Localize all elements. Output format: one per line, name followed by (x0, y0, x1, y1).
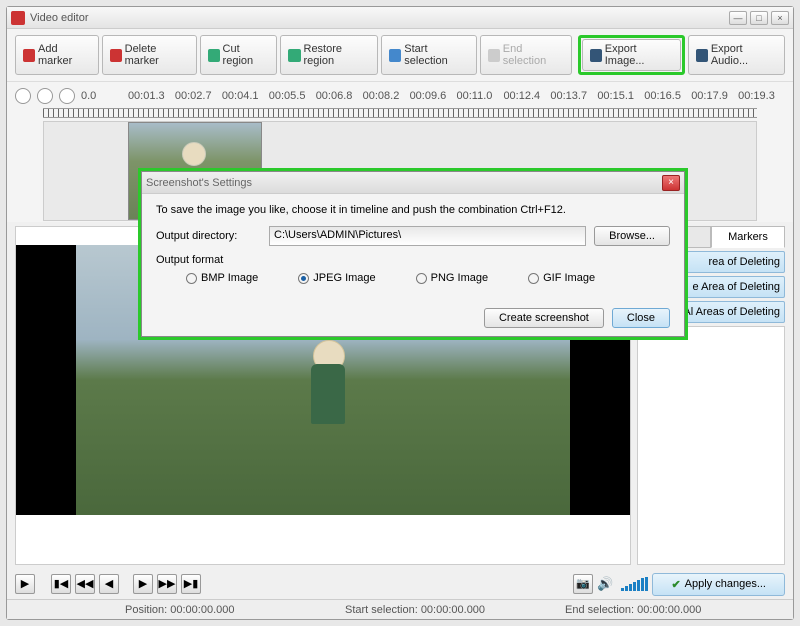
dialog-titlebar: Screenshot's Settings × (142, 172, 684, 194)
preview-subject (311, 340, 345, 430)
format-label: Output format (156, 254, 670, 266)
zoom-in-button[interactable] (15, 88, 31, 104)
apply-changes-button[interactable]: ✔Apply changes... (652, 573, 785, 596)
playback-controls: ▶ ▮◀ ◀◀ ◀ ▶ ▶▶ ▶▮ 📷 🔊 ✔Apply changes... (7, 569, 793, 599)
rewind-button[interactable]: ◀◀ (75, 574, 95, 594)
maximize-button[interactable]: □ (750, 11, 768, 25)
fmt-bmp-radio[interactable]: BMP Image (186, 272, 258, 284)
screenshot-settings-dialog: Screenshot's Settings × To save the imag… (141, 171, 685, 337)
dialog-title: Screenshot's Settings (146, 177, 662, 189)
zoom-out-button[interactable] (37, 88, 53, 104)
screenshot-dialog-highlight: Screenshot's Settings × To save the imag… (138, 168, 688, 340)
status-end: End selection: 00:00:00.000 (565, 604, 785, 616)
export-image-button[interactable]: Export Image... (582, 39, 681, 71)
tab-markers[interactable]: Markers (711, 226, 785, 248)
add-marker-button[interactable]: Add marker (15, 35, 99, 75)
status-start: Start selection: 00:00:00.000 (345, 604, 565, 616)
browse-button[interactable]: Browse... (594, 226, 670, 246)
minimize-button[interactable]: — (729, 11, 747, 25)
fmt-gif-radio[interactable]: GIF Image (528, 272, 595, 284)
outdir-input[interactable]: C:\Users\ADMIN\Pictures\ (269, 226, 586, 246)
delete-marker-button[interactable]: Delete marker (102, 35, 197, 75)
dialog-close-button[interactable]: × (662, 175, 680, 191)
volume-icon[interactable]: 🔊 (597, 576, 613, 592)
timeline-ticks (43, 108, 757, 118)
create-screenshot-button[interactable]: Create screenshot (484, 308, 604, 328)
delete-marker-icon (110, 49, 122, 62)
status-bar: Position: 00:00:00.000 Start selection: … (7, 599, 793, 619)
restore-region-button[interactable]: Restore region (280, 35, 378, 75)
close-dialog-button[interactable]: Close (612, 308, 670, 328)
status-position: Position: 00:00:00.000 (125, 604, 345, 616)
end-sel-icon (488, 49, 500, 62)
outdir-label: Output directory: (156, 230, 261, 242)
play-button[interactable]: ▶ (15, 574, 35, 594)
start-selection-button[interactable]: Start selection (381, 35, 477, 75)
snapshot-button[interactable]: 📷 (573, 574, 593, 594)
dialog-hint: To save the image you like, choose it in… (156, 204, 670, 216)
titlebar: Video editor — □ × (7, 7, 793, 29)
side-listbox[interactable] (637, 326, 785, 565)
main-toolbar: Add marker Delete marker Cut region Rest… (7, 29, 793, 82)
step-fwd-button[interactable]: ▶ (133, 574, 153, 594)
last-frame-button[interactable]: ▶▮ (181, 574, 201, 594)
restore-icon (288, 49, 300, 62)
volume-slider[interactable] (621, 577, 648, 591)
start-sel-icon (389, 49, 401, 62)
export-image-highlight: Export Image... (578, 35, 685, 75)
forward-button[interactable]: ▶▶ (157, 574, 177, 594)
first-frame-button[interactable]: ▮◀ (51, 574, 71, 594)
close-window-button[interactable]: × (771, 11, 789, 25)
timeline-ruler: 0.000:01.300:02.700:04.100:05.500:06.800… (81, 90, 785, 102)
end-selection-button: End selection (480, 35, 572, 75)
export-image-icon (590, 49, 602, 62)
format-group: BMP Image JPEG Image PNG Image GIF Image (156, 266, 670, 290)
cut-icon (208, 49, 220, 62)
app-icon (11, 11, 25, 25)
zoom-fit-button[interactable] (59, 88, 75, 104)
add-marker-icon (23, 49, 35, 62)
export-audio-icon (696, 49, 708, 62)
cut-region-button[interactable]: Cut region (200, 35, 278, 75)
window-title: Video editor (30, 12, 729, 24)
check-icon: ✔ (671, 578, 680, 591)
export-audio-button[interactable]: Export Audio... (688, 35, 785, 75)
fmt-jpeg-radio[interactable]: JPEG Image (298, 272, 375, 284)
fmt-png-radio[interactable]: PNG Image (416, 272, 488, 284)
step-back-button[interactable]: ◀ (99, 574, 119, 594)
